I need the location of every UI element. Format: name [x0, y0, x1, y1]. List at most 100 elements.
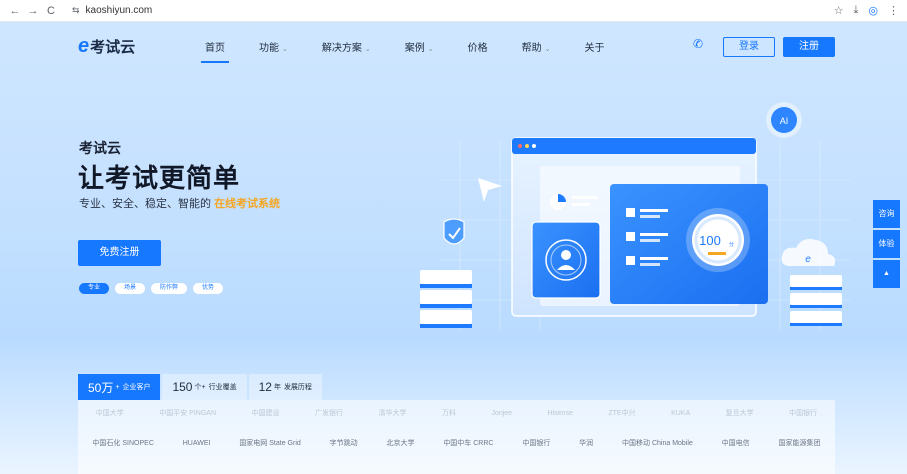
site-logo[interactable]: e 考试云 [78, 35, 135, 58]
score-unit: 分 [729, 241, 734, 248]
client-logo: 华润 [579, 440, 594, 447]
client-logo-row: 中国大学 中国平安 PINGAN 中国建设 广发银行 清华大学 万科 Jonje… [78, 408, 835, 418]
browser-actions: ☆ ⤓ ◎ ⋮ [834, 4, 899, 17]
address-bar[interactable]: ⇆ kaoshiyun.com [66, 3, 158, 19]
chevron-down-icon: ⌄ [544, 46, 551, 53]
client-logo: 字节跳动 [329, 440, 358, 447]
client-logo: 清华大学 [378, 410, 407, 417]
client-logo: HUAWEI [182, 439, 211, 447]
browser-toolbar: ← → C ⇆ kaoshiyun.com ☆ ⤓ ◎ ⋮ [0, 0, 907, 22]
stat-unit: 年 [273, 384, 281, 391]
main-nav: 首页 功能 ⌄ 解决方案 ⌄ 案例 ⌄ 价格 帮助 ⌄ 关于 [201, 39, 639, 63]
stat-label: 行业覆盖 [208, 384, 237, 391]
window-dot-icon [525, 144, 529, 148]
client-logo: 中国移动 China Mobile [622, 440, 693, 447]
stat-unit: 个+ [194, 384, 206, 391]
site-header: e 考试云 首页 功能 ⌄ 解决方案 ⌄ 案例 ⌄ 价格 帮助 ⌄ 关于 ✆ 登录 注册 [0, 22, 907, 70]
pill-professional[interactable]: 专业 [79, 283, 110, 294]
site-settings-icon[interactable]: ⇆ [72, 5, 80, 16]
hero-title: 让考试更简单 [78, 163, 241, 193]
score-value: 100 [699, 233, 721, 248]
phone-icon[interactable]: ✆ [693, 37, 703, 51]
login-button[interactable]: 登录 [723, 37, 775, 57]
client-logo: 复旦大学 [725, 410, 754, 417]
consult-button[interactable]: 咨询 [873, 200, 900, 228]
nav-item-features[interactable]: 功能 ⌄ [259, 39, 288, 54]
hero-desc-prefix: 专业、安全、稳定、智能的 [79, 198, 215, 210]
client-logo: 中国大学 [95, 410, 124, 417]
window-titlebar [512, 138, 756, 154]
logo-mark-icon: e [78, 35, 90, 57]
pill-advantages[interactable]: 优势 [193, 283, 224, 294]
nav-label: 首页 [205, 43, 225, 54]
stat-industries[interactable]: 150 个+ 行业覆盖 [162, 374, 247, 400]
reload-icon[interactable]: C [42, 5, 60, 17]
chevron-down-icon: ⌄ [427, 46, 434, 53]
shield-icon [443, 218, 465, 245]
logo-text: 考试云 [90, 39, 136, 56]
register-button[interactable]: 注册 [783, 37, 835, 57]
pill-anti-cheat[interactable]: 防作弊 [151, 283, 188, 294]
client-logo-wall: 中国大学 中国平安 PINGAN 中国建设 广发银行 清华大学 万科 Jonje… [78, 400, 835, 474]
ai-label: AI [780, 116, 789, 126]
profile-icon[interactable]: ◎ [868, 4, 878, 17]
stat-history[interactable]: 12 年发展历程 [248, 374, 322, 400]
page: e 考试云 首页 功能 ⌄ 解决方案 ⌄ 案例 ⌄ 价格 帮助 ⌄ 关于 ✆ 登录 注册… [0, 22, 907, 474]
stat-customers[interactable]: 50万 + 企业客户 [78, 374, 161, 400]
nav-label: 功能 [259, 43, 279, 54]
download-icon[interactable]: ⤓ [854, 4, 859, 17]
nav-label: 关于 [584, 43, 605, 54]
pill-scenarios[interactable]: 场景 [115, 283, 146, 294]
nav-label: 案例 [404, 43, 425, 54]
client-logo: 国家能源集团 [778, 440, 821, 447]
nav-item-about[interactable]: 关于 [585, 39, 605, 54]
hero-description: 专业、安全、稳定、智能的 在线考试系统 [79, 195, 280, 211]
stat-label: 企业客户 [122, 384, 151, 391]
client-logo: 中国银行 [789, 410, 818, 417]
nav-item-home[interactable]: 首页 [201, 39, 229, 63]
stat-value: 50万 [88, 380, 114, 395]
stat-value: 12 [258, 380, 272, 394]
nav-label: 帮助 [521, 43, 542, 54]
client-logo: 中国电信 [721, 440, 750, 447]
client-logo: 中国建设 [251, 410, 280, 417]
stat-unit: + [115, 383, 120, 391]
client-logo: 北京大学 [386, 440, 415, 447]
stat-label: 发展历程 [283, 384, 312, 391]
client-logo: 国家电网 State Grid [239, 440, 301, 447]
hero-illustration: 100 分 AI e [420, 102, 850, 330]
chevron-down-icon: ⌄ [364, 46, 371, 53]
nav-item-cases[interactable]: 案例 ⌄ [405, 39, 434, 54]
window-dot-icon [532, 144, 536, 148]
back-to-top-icon[interactable]: ▲ [873, 260, 900, 288]
server-stack-right-icon [790, 275, 842, 326]
client-logo: KUKA [671, 409, 691, 417]
stats-bar: 50万 + 企业客户 150 个+ 行业覆盖 12 年发展历程 [78, 374, 324, 400]
bookmark-star-icon[interactable]: ☆ [834, 4, 844, 17]
back-icon[interactable]: ← [6, 5, 24, 17]
url-text: kaoshiyun.com [85, 5, 153, 16]
client-logo-row: 中国石化 SINOPEC HUAWEI 国家电网 State Grid 字节跳动… [78, 438, 835, 448]
nav-label: 解决方案 [321, 43, 362, 54]
more-menu-icon[interactable]: ⋮ [888, 4, 899, 17]
nav-item-help[interactable]: 帮助 ⌄ [522, 39, 551, 54]
chevron-down-icon: ⌄ [282, 46, 288, 53]
free-register-button[interactable]: 免费注册 [78, 240, 161, 266]
client-logo: 中国石化 SINOPEC [92, 440, 154, 447]
side-float-panel: 咨询 体验 ▲ [873, 200, 900, 288]
nav-label: 价格 [467, 43, 488, 54]
nav-item-solutions[interactable]: 解决方案 ⌄ [322, 39, 371, 54]
score-bar [708, 252, 726, 255]
hero-desc-highlight: 在线考试系统 [214, 198, 281, 210]
feature-pills: 专业 场景 防作弊 优势 [79, 283, 224, 294]
cloud-label: e [805, 254, 811, 265]
stat-value: 150 [172, 380, 193, 394]
client-logo: 万科 [441, 410, 456, 417]
trial-button[interactable]: 体验 [873, 230, 900, 258]
client-logo: 中国平安 PINGAN [159, 410, 217, 417]
client-logo: 中国中车 CRRC [443, 440, 494, 447]
nav-item-pricing[interactable]: 价格 [468, 39, 488, 54]
client-logo: Hisense [547, 409, 573, 417]
paper-plane-icon [478, 178, 502, 202]
forward-icon[interactable]: → [24, 5, 42, 17]
